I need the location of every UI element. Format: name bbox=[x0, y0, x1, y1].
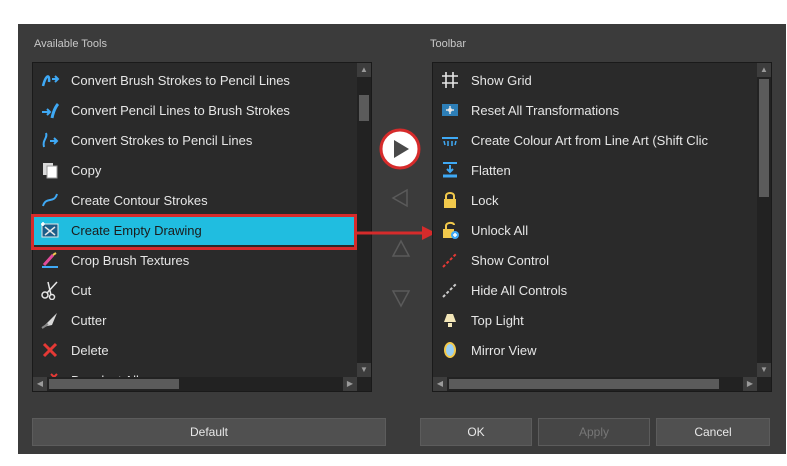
available-tool-item-label: Crop Brush Textures bbox=[71, 252, 190, 268]
toolbar-item[interactable]: Hide All Controls bbox=[433, 275, 757, 305]
toolbar-item-label: Mirror View bbox=[471, 342, 537, 358]
drag-direction-arrow-icon bbox=[356, 226, 436, 240]
scroll-up-arrow-icon[interactable]: ▲ bbox=[757, 63, 771, 77]
default-button[interactable]: Default bbox=[32, 418, 386, 446]
toolbar-item-label: Flatten bbox=[471, 162, 511, 178]
scroll-down-arrow-icon[interactable]: ▼ bbox=[357, 363, 371, 377]
lock-icon bbox=[439, 189, 461, 211]
unlock-icon bbox=[439, 219, 461, 241]
pencil-to-brush-icon bbox=[39, 99, 61, 121]
ok-button[interactable]: OK bbox=[420, 418, 532, 446]
toolbar-item[interactable]: Show Control bbox=[433, 245, 757, 275]
toolbar-item[interactable]: Mirror View bbox=[433, 335, 757, 365]
top-light-icon bbox=[439, 309, 461, 331]
toolbar-item[interactable]: Top Light bbox=[433, 305, 757, 335]
apply-button[interactable]: Apply bbox=[538, 418, 650, 446]
copy-icon bbox=[39, 159, 61, 181]
crop-brush-icon bbox=[39, 249, 61, 271]
toolbar-item[interactable]: Show Grid bbox=[433, 65, 757, 95]
available-tools-label: Available Tools bbox=[34, 38, 107, 50]
scroll-thumb[interactable] bbox=[759, 79, 769, 197]
available-tool-item-label: Create Contour Strokes bbox=[71, 192, 208, 208]
strokes-to-pencil-icon bbox=[39, 129, 61, 151]
available-tool-item[interactable]: Delete bbox=[33, 335, 357, 365]
toolbar-item[interactable]: Flatten bbox=[433, 155, 757, 185]
customize-toolbar-dialog: Available Tools Convert Brush Strokes to… bbox=[18, 24, 786, 454]
toolbar-item-label: Unlock All bbox=[471, 222, 529, 238]
scroll-down-arrow-icon[interactable]: ▼ bbox=[757, 363, 771, 377]
toolbar-item-label: Show Control bbox=[471, 252, 550, 268]
available-tool-item[interactable]: Copy bbox=[33, 155, 357, 185]
grid-icon bbox=[439, 69, 461, 91]
toolbar-item-label: Show Grid bbox=[471, 72, 532, 88]
available-tool-item[interactable]: Convert Pencil Lines to Brush Strokes bbox=[33, 95, 357, 125]
available-tools-hscroll[interactable]: ◀ ▶ bbox=[33, 377, 371, 391]
scroll-thumb[interactable] bbox=[359, 95, 369, 121]
toolbar-vscroll[interactable]: ▲ ▼ bbox=[757, 63, 771, 377]
available-tool-item-label: Copy bbox=[71, 162, 102, 178]
hide-controls-icon bbox=[439, 279, 461, 301]
move-down-arrow-icon[interactable] bbox=[391, 288, 411, 308]
scroll-left-arrow-icon[interactable]: ◀ bbox=[33, 377, 47, 391]
brush-to-pencil-icon bbox=[39, 69, 61, 91]
available-tools-vscroll[interactable]: ▲ ▼ bbox=[357, 63, 371, 377]
contour-strokes-icon bbox=[39, 189, 61, 211]
cancel-button[interactable]: Cancel bbox=[656, 418, 770, 446]
toolbar-item[interactable]: Create Colour Art from Line Art (Shift C… bbox=[433, 125, 757, 155]
toolbar-item-label: Hide All Controls bbox=[471, 282, 568, 298]
mirror-view-icon bbox=[439, 339, 461, 361]
available-tool-item-label: Cut bbox=[71, 282, 92, 298]
toolbar-item-label: Create Colour Art from Line Art (Shift C… bbox=[471, 132, 708, 148]
toolbar-item-label: Reset All Transformations bbox=[471, 102, 620, 118]
available-tool-item-label: Convert Brush Strokes to Pencil Lines bbox=[71, 72, 290, 88]
scroll-up-arrow-icon[interactable]: ▲ bbox=[357, 63, 371, 77]
toolbar-item[interactable]: Reset All Transformations bbox=[433, 95, 757, 125]
available-tool-item[interactable]: Convert Brush Strokes to Pencil Lines bbox=[33, 65, 357, 95]
scroll-right-arrow-icon[interactable]: ▶ bbox=[743, 377, 757, 391]
hscroll-thumb[interactable] bbox=[49, 379, 179, 389]
toolbar-list[interactable]: Show Grid Reset All Transformations Create… bbox=[432, 62, 772, 392]
scroll-right-arrow-icon[interactable]: ▶ bbox=[343, 377, 357, 391]
available-tool-item-label: Convert Strokes to Pencil Lines bbox=[71, 132, 253, 148]
available-tool-item[interactable]: Convert Strokes to Pencil Lines bbox=[33, 125, 357, 155]
available-tool-item[interactable]: Create Contour Strokes bbox=[33, 185, 357, 215]
cutter-icon bbox=[39, 309, 61, 331]
hscroll-thumb[interactable] bbox=[449, 379, 719, 389]
scissors-icon bbox=[39, 279, 61, 301]
toolbar-label: Toolbar bbox=[430, 38, 467, 50]
available-tool-item-label: Delete bbox=[71, 342, 109, 358]
available-tool-item-label: Convert Pencil Lines to Brush Strokes bbox=[71, 102, 290, 118]
selection-highlight-box bbox=[31, 214, 357, 250]
scroll-left-arrow-icon[interactable]: ◀ bbox=[433, 377, 447, 391]
available-tool-item-label: Cutter bbox=[71, 312, 107, 328]
show-control-icon bbox=[439, 249, 461, 271]
toolbar-item-label: Lock bbox=[471, 192, 499, 208]
toolbar-hscroll[interactable]: ◀ ▶ bbox=[433, 377, 771, 391]
available-tool-item[interactable]: Cutter bbox=[33, 305, 357, 335]
flatten-icon bbox=[439, 159, 461, 181]
available-tool-item[interactable]: Cut bbox=[33, 275, 357, 305]
add-to-toolbar-arrow-icon[interactable] bbox=[379, 128, 421, 170]
delete-icon bbox=[39, 339, 61, 361]
colour-art-icon bbox=[439, 129, 461, 151]
remove-from-toolbar-arrow-icon[interactable] bbox=[391, 188, 411, 208]
toolbar-item[interactable]: Lock bbox=[433, 185, 757, 215]
toolbar-item-label: Top Light bbox=[471, 312, 524, 328]
reset-transform-icon bbox=[439, 99, 461, 121]
toolbar-item[interactable]: Unlock All bbox=[433, 215, 757, 245]
